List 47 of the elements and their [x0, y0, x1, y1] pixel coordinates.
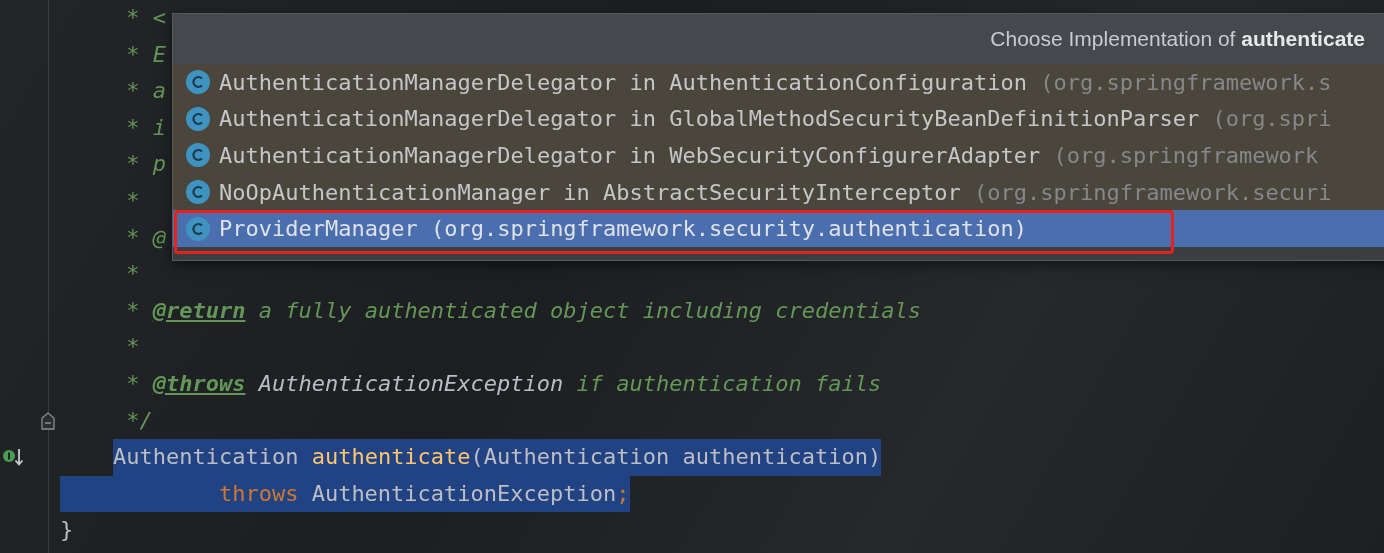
implementation-item[interactable]: AuthenticationManagerDelegator in AuthenticationConfiguration (org.springframework.s	[173, 64, 1384, 101]
code-text: (Authentication authentication)	[470, 439, 882, 476]
implementation-item[interactable]: NoOpAuthenticationManager in AbstractSecurityInterceptor (org.springframework.securi	[173, 173, 1384, 211]
class-name: NoOpAuthenticationManager in AbstractSecurityInterceptor	[219, 179, 962, 205]
package-name: (org.springframework.security.authentication)	[430, 216, 1027, 242]
code-comment: a fully authenticated object including credentials	[257, 296, 921, 325]
code-comment: *	[125, 369, 141, 398]
code-text: }	[60, 516, 74, 545]
implementation-item[interactable]: ProviderManager (org.springframework.security.authentication)	[173, 210, 1384, 247]
package-name: (org.springframework.s	[1040, 69, 1332, 95]
code-text: ;	[616, 475, 630, 513]
doc-tag: @throws	[152, 365, 246, 403]
code-comment: * i	[125, 113, 166, 142]
package-name: (org.springframework.securi	[974, 179, 1332, 205]
implementation-item[interactable]: AuthenticationManagerDelegator in WebSecurityConfigurerAdapter (org.springframework	[173, 137, 1384, 174]
class-name: AuthenticationManagerDelegator in WebSecurityConfigurerAdapter	[219, 143, 1042, 168]
fold-icon[interactable]	[41, 411, 55, 430]
code-text: throws	[218, 475, 312, 513]
class-name: AuthenticationManagerDelegator in AuthenticationConfiguration	[219, 69, 1028, 95]
package-name: (org.springframework	[1053, 143, 1319, 168]
code-comment: *	[125, 186, 140, 215]
code-comment: if authentication fails	[575, 369, 882, 398]
class-name: AuthenticationManagerDelegator in GlobalMethodSecurityBeanDefinitionParser	[219, 106, 1201, 132]
code-comment: *	[125, 333, 140, 362]
class-icon	[185, 215, 211, 242]
implemented-icon[interactable]	[2, 447, 24, 468]
code-comment: * a	[125, 77, 166, 106]
code-comment: * <	[125, 4, 166, 32]
popup-title: Choose Implementation of authenticate	[990, 27, 1365, 51]
code-comment: *	[125, 296, 141, 325]
class-icon	[185, 142, 211, 169]
class-name: ProviderManager	[219, 216, 419, 242]
class-icon	[185, 69, 211, 96]
doc-tag: @return	[152, 292, 246, 330]
code-comment: * @	[125, 223, 166, 252]
class-icon	[185, 179, 211, 206]
code-text: authenticate	[311, 439, 471, 476]
code-text: AuthenticationException	[311, 475, 617, 513]
class-icon	[185, 105, 211, 132]
code-comment: */	[125, 406, 153, 435]
package-name: (org.spri	[1212, 106, 1332, 132]
code-text: AuthenticationException	[257, 369, 564, 398]
implementation-item[interactable]: AuthenticationManagerDelegator in GlobalMethodSecurityBeanDefinitionParser (org.spri	[173, 100, 1384, 138]
code-comment: * p	[125, 150, 166, 179]
code-text: Authentication	[112, 439, 312, 476]
code-comment: * E	[125, 40, 166, 69]
code-comment: *	[125, 260, 140, 289]
